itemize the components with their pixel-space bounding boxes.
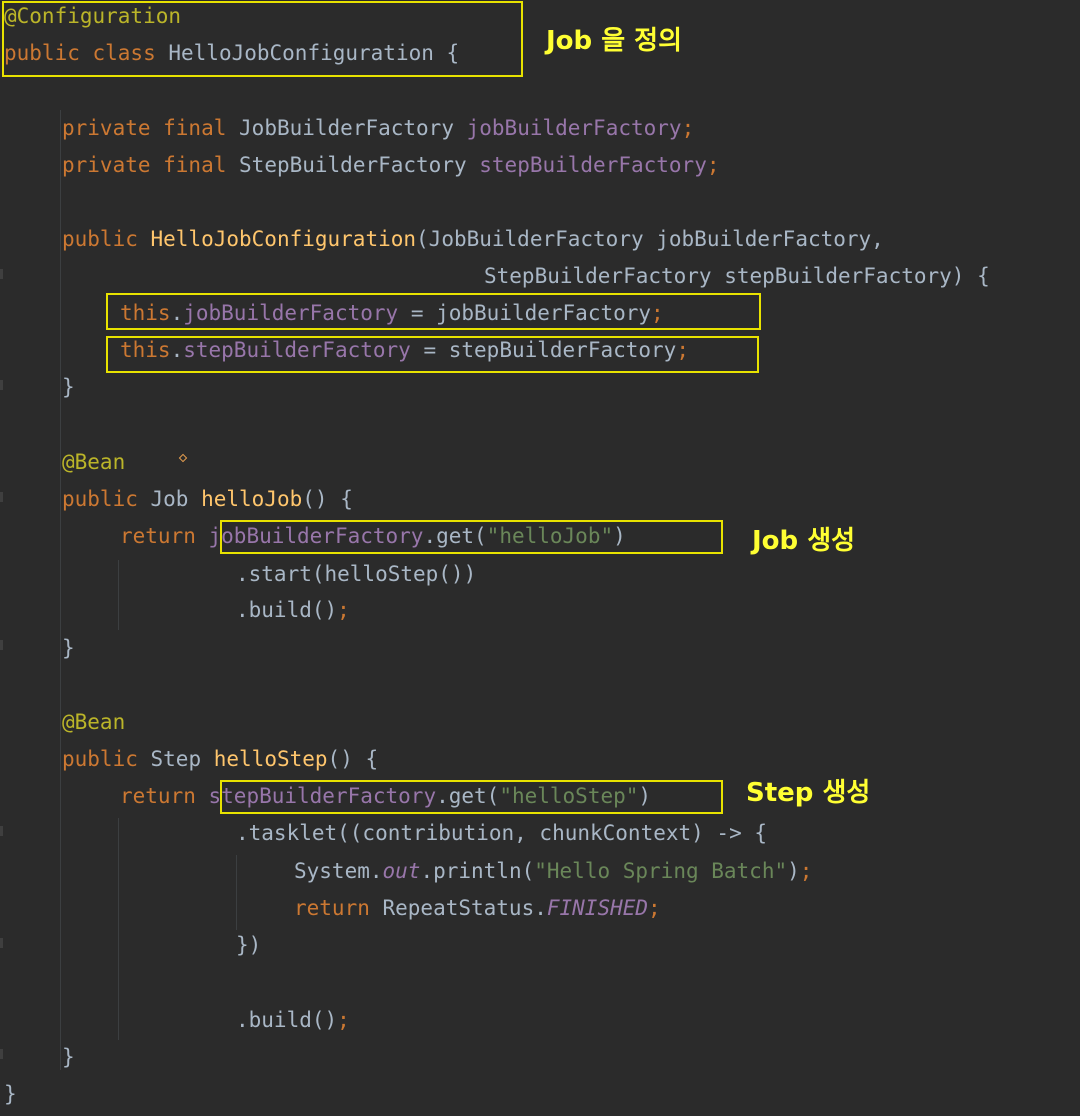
- brace-token: }): [236, 933, 262, 957]
- brace-token: }: [62, 375, 75, 399]
- field-token: stepBuilderFactory: [479, 153, 707, 177]
- semicolon-token: ;: [337, 1008, 350, 1032]
- highlight-box-job-get: [220, 520, 723, 554]
- gutter-fold-marker[interactable]: [0, 938, 3, 948]
- code-line-6[interactable]: StepBuilderFactory stepBuilderFactory) {: [484, 260, 990, 292]
- indent-guide: [236, 855, 237, 930]
- keyword-token: return: [120, 784, 196, 808]
- indent-guide: [60, 110, 61, 1070]
- code-line-15[interactable]: }: [62, 632, 75, 664]
- code-line-13[interactable]: .start(helloStep()): [236, 558, 476, 590]
- indent-guide: [118, 560, 119, 630]
- paren-token: () {: [327, 747, 379, 771]
- code-line-17[interactable]: public Step helloStep() {: [62, 743, 378, 775]
- method-name: helloStep: [213, 747, 328, 771]
- code-line-19[interactable]: .tasklet((contribution, chunkContext) ->…: [236, 817, 767, 849]
- code-line-25[interactable]: }: [4, 1078, 17, 1110]
- note-create-step: Step 생성: [746, 778, 871, 808]
- call-token: .build(): [236, 1008, 338, 1032]
- semicolon-token: ;: [799, 859, 813, 883]
- gutter-fold-marker[interactable]: [0, 380, 3, 390]
- param-list: (JobBuilderFactory jobBuilderFactory,: [416, 227, 884, 251]
- highlight-box-job-field-assignment: [106, 293, 761, 330]
- constructor-name: HelloJobConfiguration: [150, 227, 417, 251]
- code-line-20[interactable]: System.out.println("Hello Spring Batch")…: [294, 855, 812, 887]
- code-editor[interactable]: @Configuration public class HelloJobConf…: [0, 0, 1080, 1116]
- gutter-fold-marker[interactable]: [0, 826, 3, 836]
- keyword-token: return: [120, 524, 196, 548]
- code-line-23[interactable]: .build();: [236, 1004, 350, 1036]
- cursor-caret-icon: [178, 453, 188, 463]
- code-line-11[interactable]: public Job helloJob() {: [62, 483, 353, 515]
- annotation-token: @Bean: [62, 450, 126, 474]
- brace-token: }: [62, 636, 75, 660]
- highlight-box-step-get: [220, 780, 723, 814]
- keyword-token: public: [62, 487, 138, 511]
- call-token: .build(): [236, 598, 338, 622]
- gutter-fold-marker[interactable]: [0, 492, 3, 502]
- semicolon-token: ;: [337, 598, 350, 622]
- type-token: Job: [150, 487, 189, 511]
- code-line-21[interactable]: return RepeatStatus.FINISHED;: [294, 892, 661, 924]
- code-line-4[interactable]: private final StepBuilderFactory stepBui…: [62, 149, 720, 181]
- indent-guide: [118, 818, 119, 1040]
- note-define-job: Job 을 정의: [546, 26, 683, 56]
- static-field-token: FINISHED: [546, 896, 649, 920]
- code-line-24[interactable]: }: [62, 1041, 75, 1073]
- highlight-box-class-declaration: [2, 1, 523, 77]
- brace-token: }: [4, 1082, 17, 1106]
- keyword-token: return: [294, 896, 370, 920]
- code-line-14[interactable]: .build();: [236, 594, 350, 626]
- note-create-job: Job 생성: [752, 526, 856, 556]
- semicolon-token: ;: [648, 896, 661, 920]
- static-field-token: out: [382, 859, 421, 883]
- gutter-fold-marker[interactable]: [0, 269, 3, 279]
- keyword-token: public: [62, 747, 138, 771]
- type-token: StepBuilderFactory: [239, 153, 467, 177]
- code-line-16[interactable]: @Bean: [62, 706, 125, 738]
- type-token: Step: [150, 747, 202, 771]
- call-token: .start(helloStep()): [236, 562, 477, 586]
- keyword-token: private final: [62, 116, 227, 140]
- code-line-5[interactable]: public HelloJobConfiguration(JobBuilderF…: [62, 223, 884, 255]
- keyword-token: private final: [62, 153, 227, 177]
- field-token: jobBuilderFactory: [466, 116, 682, 140]
- class-ref-token: System.: [294, 859, 383, 883]
- annotation-token: @Bean: [62, 710, 126, 734]
- gutter-fold-marker[interactable]: [0, 640, 3, 650]
- code-line-3[interactable]: private final JobBuilderFactory jobBuild…: [62, 112, 694, 144]
- string-literal: "Hello Spring Batch": [534, 859, 788, 883]
- semicolon-token: ;: [706, 153, 720, 177]
- paren-token: () {: [302, 487, 353, 511]
- paren-token: ): [787, 859, 800, 883]
- brace-token: }: [62, 1045, 75, 1069]
- method-name: helloJob: [201, 487, 303, 511]
- semicolon-token: ;: [681, 116, 695, 140]
- call-token: .println(: [420, 859, 535, 883]
- type-token: JobBuilderFactory: [239, 116, 454, 140]
- param-list: StepBuilderFactory stepBuilderFactory) {: [484, 264, 990, 288]
- code-line-10[interactable]: @Bean: [62, 446, 125, 478]
- class-ref-token: RepeatStatus.: [369, 896, 547, 920]
- call-token: .tasklet((contribution, chunkContext) ->…: [236, 821, 768, 845]
- keyword-token: public: [62, 227, 138, 251]
- gutter-fold-marker[interactable]: [0, 1049, 3, 1059]
- code-line-22[interactable]: }): [236, 929, 261, 961]
- highlight-box-step-field-assignment: [106, 336, 759, 373]
- code-line-9[interactable]: }: [62, 371, 75, 403]
